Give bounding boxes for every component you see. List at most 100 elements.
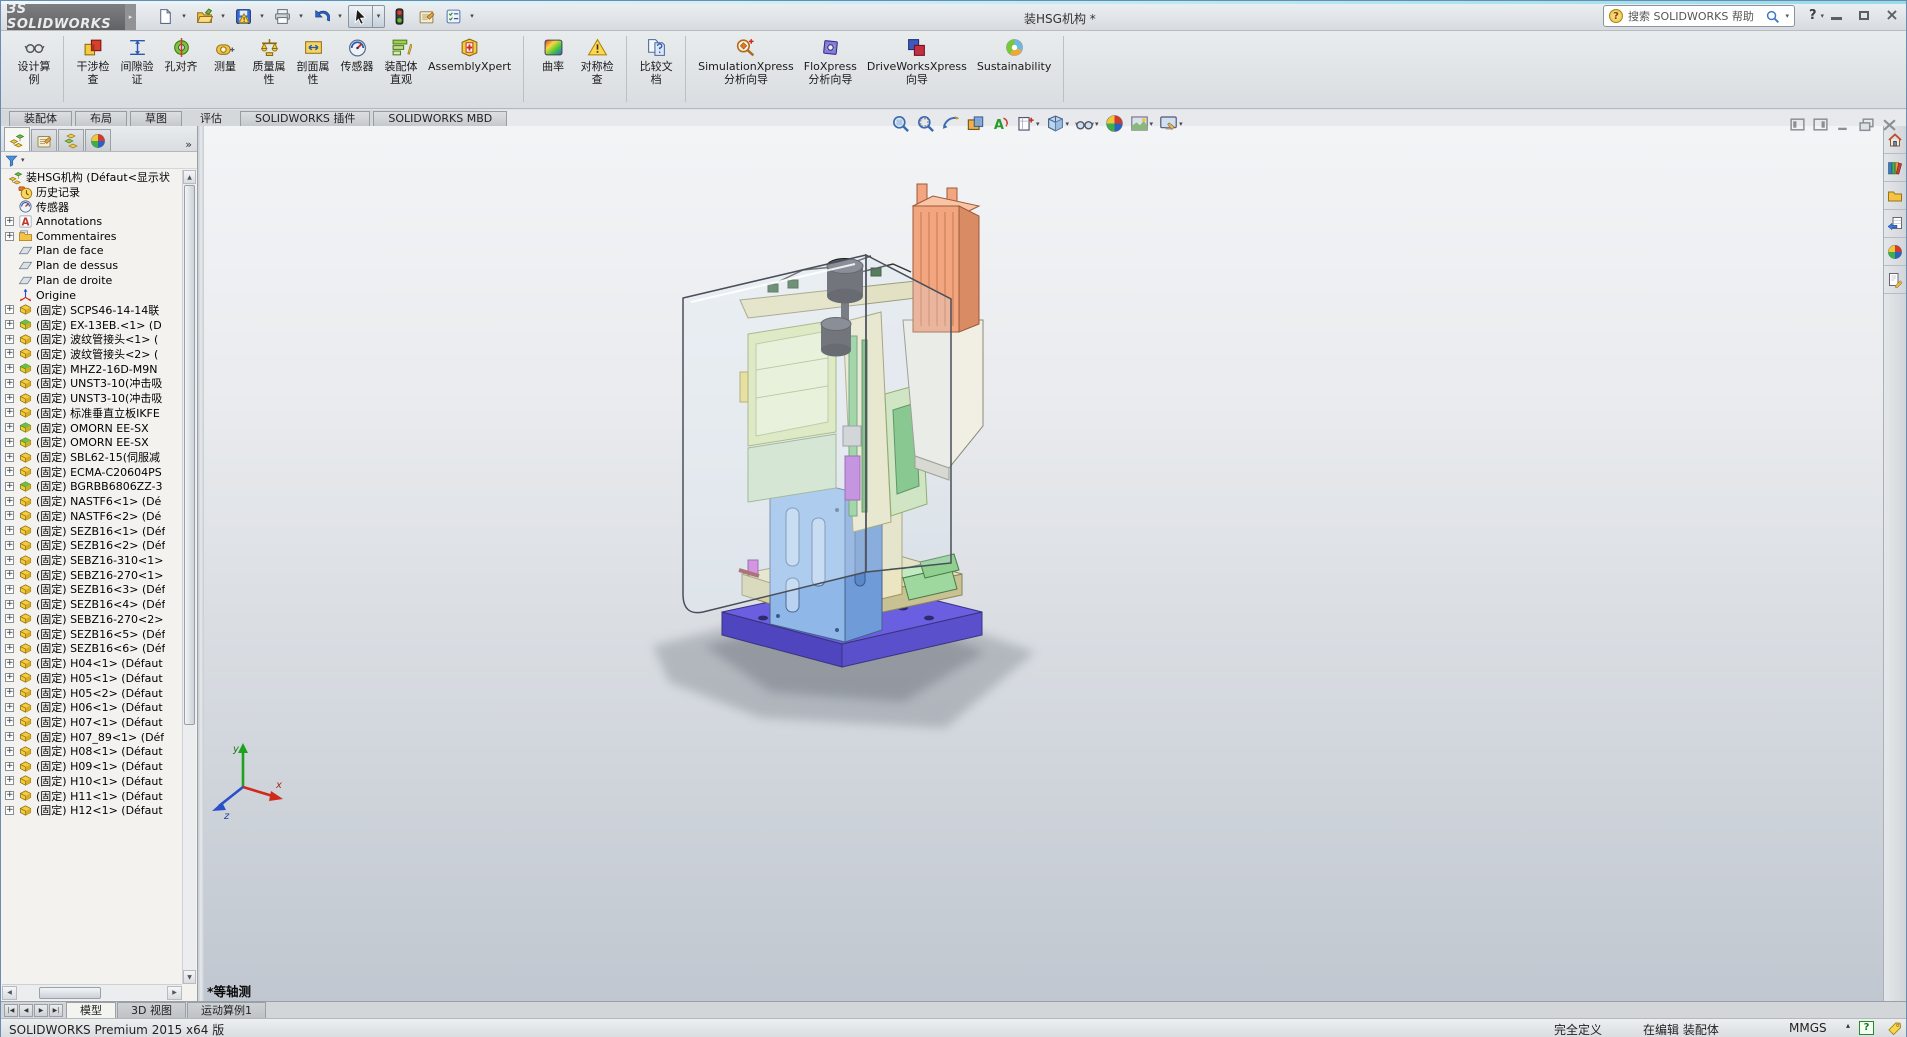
section-view-button[interactable]	[964, 113, 987, 134]
expand-toggle[interactable]: +	[5, 717, 14, 727]
design-library-button[interactable]	[1884, 154, 1906, 182]
expand-toggle[interactable]: +	[5, 805, 14, 815]
quick-tips-icon[interactable]: ?	[1859, 1021, 1874, 1035]
apply-scene-button[interactable]: ▾	[1128, 113, 1156, 134]
tree-vertical-scrollbar[interactable]: ▲ ▼	[182, 170, 196, 984]
tab-nav-3[interactable]: ▶|	[49, 1004, 63, 1017]
tree-item[interactable]: + (固定) OMORN EE-SX	[3, 435, 182, 450]
design-study-button[interactable]: 设计算 例	[12, 36, 56, 87]
tree-item[interactable]: + (固定) H09<1> (Défaut	[3, 759, 182, 774]
tree-item[interactable]: + (固定) OMORN EE-SX	[3, 420, 182, 435]
graphics-area[interactable]: y x z *等轴测	[204, 126, 1883, 1001]
sustainability-button[interactable]: Sustainability	[972, 36, 1056, 74]
hide-show-items-button[interactable]: ▾	[1073, 113, 1101, 134]
expand-toggle[interactable]: +	[5, 702, 14, 712]
expand-toggle[interactable]: +	[5, 791, 14, 801]
floxpress-wizard-button[interactable]: FloXpress 分析向导	[799, 36, 862, 87]
expand-toggle[interactable]: +	[5, 526, 14, 536]
annotation-view-button[interactable]: A	[989, 113, 1012, 134]
undo-button[interactable]	[309, 5, 334, 28]
mass-properties-button[interactable]: 质量属 性	[247, 36, 291, 87]
tree-item[interactable]: + (固定) NASTF6<1> (Dé	[3, 494, 182, 509]
tag-icon[interactable]	[1887, 1021, 1902, 1036]
expand-toggle[interactable]: +	[5, 231, 14, 241]
expand-toggle[interactable]: +	[5, 467, 14, 477]
appearances-scenes-button[interactable]	[1884, 238, 1906, 266]
vertical-scroll-thumb[interactable]	[184, 185, 195, 725]
expand-toggle[interactable]: +	[5, 614, 14, 624]
curvature-button[interactable]: 曲率	[531, 36, 575, 74]
previous-view-button[interactable]	[939, 113, 962, 134]
tab-草图[interactable]: 草图	[130, 111, 182, 126]
expand-toggle[interactable]: +	[5, 688, 14, 698]
help-menu[interactable]: ? ▾	[1809, 8, 1824, 23]
tree-item[interactable]: + Commentaires	[3, 229, 182, 244]
hide-show-items-dropdown[interactable]: ▾	[1095, 120, 1099, 128]
tab-评估[interactable]: 评估	[185, 111, 237, 126]
tree-item[interactable]: + (固定) SEBZ16-310<1>	[3, 553, 182, 568]
print-button[interactable]	[270, 5, 295, 28]
menu-expand-arrow[interactable]: ▸	[125, 3, 136, 30]
tree-item[interactable]: + (固定) H10<1> (Défaut	[3, 773, 182, 788]
new-dropdown[interactable]: ▾	[178, 5, 190, 28]
display-style-dropdown[interactable]: ▾	[1066, 120, 1070, 128]
tree-item[interactable]: + (固定) H08<1> (Défaut	[3, 744, 182, 759]
configurationmanager-tab[interactable]	[58, 129, 84, 151]
rebuild-button[interactable]	[387, 5, 412, 28]
panel-tabs-overflow[interactable]: »	[185, 138, 192, 151]
view-palette-button[interactable]	[1884, 210, 1906, 238]
featuremanager-tab[interactable]	[4, 127, 30, 151]
doc-tab-运动算例1[interactable]: 运动算例1	[186, 1002, 266, 1018]
expand-toggle[interactable]: +	[5, 496, 14, 506]
clearance-verify-button[interactable]: 间隙验 证	[115, 36, 159, 87]
expand-toggle[interactable]: +	[5, 334, 14, 344]
select-dropdown[interactable]: ▾	[373, 4, 385, 28]
tree-item[interactable]: Plan de dessus	[3, 258, 182, 273]
display-style-button[interactable]: ▾	[1044, 113, 1072, 134]
scroll-left-arrow[interactable]: ◀	[2, 985, 17, 1000]
show-left-pane-button[interactable]	[1789, 116, 1806, 133]
options-button[interactable]	[441, 5, 466, 28]
expand-toggle[interactable]: +	[5, 452, 14, 462]
save-dropdown[interactable]: ▾	[256, 5, 268, 28]
minimize-document-button[interactable]	[1835, 116, 1852, 133]
tab-布局[interactable]: 布局	[75, 111, 127, 126]
displaymanager-tab[interactable]	[85, 129, 111, 151]
3d-model[interactable]	[204, 126, 1883, 1001]
tab-nav-2[interactable]: ▶	[34, 1004, 48, 1017]
filter-icon[interactable]	[5, 154, 18, 167]
interference-check-button[interactable]: 干涉检 查	[71, 36, 115, 87]
expand-toggle[interactable]: +	[5, 629, 14, 639]
search-input[interactable]: 搜索 SOLIDWORKS 帮助	[1628, 8, 1760, 24]
expand-toggle[interactable]: +	[5, 364, 14, 374]
tree-item[interactable]: + (固定) UNST3-10(冲击吸	[3, 391, 182, 406]
expand-toggle[interactable]: +	[5, 217, 14, 227]
zoom-to-area-button[interactable]	[914, 113, 937, 134]
zoom-to-fit-button[interactable]	[889, 113, 912, 134]
horizontal-scroll-thumb[interactable]	[39, 986, 101, 999]
expand-toggle[interactable]: +	[5, 732, 14, 742]
tree-item[interactable]: + (固定) MHZ2-16D-M9N	[3, 361, 182, 376]
expand-toggle[interactable]: +	[5, 555, 14, 565]
new-button[interactable]	[153, 5, 178, 28]
file-properties-button[interactable]	[414, 5, 439, 28]
file-explorer-button[interactable]	[1884, 182, 1906, 210]
expand-toggle[interactable]: +	[5, 599, 14, 609]
tree-item[interactable]: + (固定) EX-13EB.<1> (D	[3, 317, 182, 332]
expand-toggle[interactable]: +	[5, 511, 14, 521]
options-dropdown[interactable]: ▾	[466, 5, 478, 28]
tab-SOLIDWORKS MBD[interactable]: SOLIDWORKS MBD	[373, 111, 508, 126]
tab-装配体[interactable]: 装配体	[9, 111, 72, 126]
tree-item[interactable]: + (固定) SEZB16<2> (Déf	[3, 538, 182, 553]
tree-item[interactable]: + (固定) SEBZ16-270<2>	[3, 612, 182, 627]
open-dropdown[interactable]: ▾	[217, 5, 229, 28]
measure-button[interactable]: 测量	[203, 36, 247, 74]
restore-button[interactable]	[1856, 7, 1872, 22]
view-settings-button[interactable]: ▾	[1157, 113, 1185, 134]
expand-toggle[interactable]: +	[5, 570, 14, 580]
expand-toggle[interactable]: +	[5, 349, 14, 359]
tree-item[interactable]: + (固定) SEBZ16-270<1>	[3, 567, 182, 582]
expand-toggle[interactable]: +	[5, 643, 14, 653]
units-dropdown-arrow[interactable]: ▴	[1846, 1021, 1850, 1030]
search-icon[interactable]	[1765, 9, 1780, 24]
